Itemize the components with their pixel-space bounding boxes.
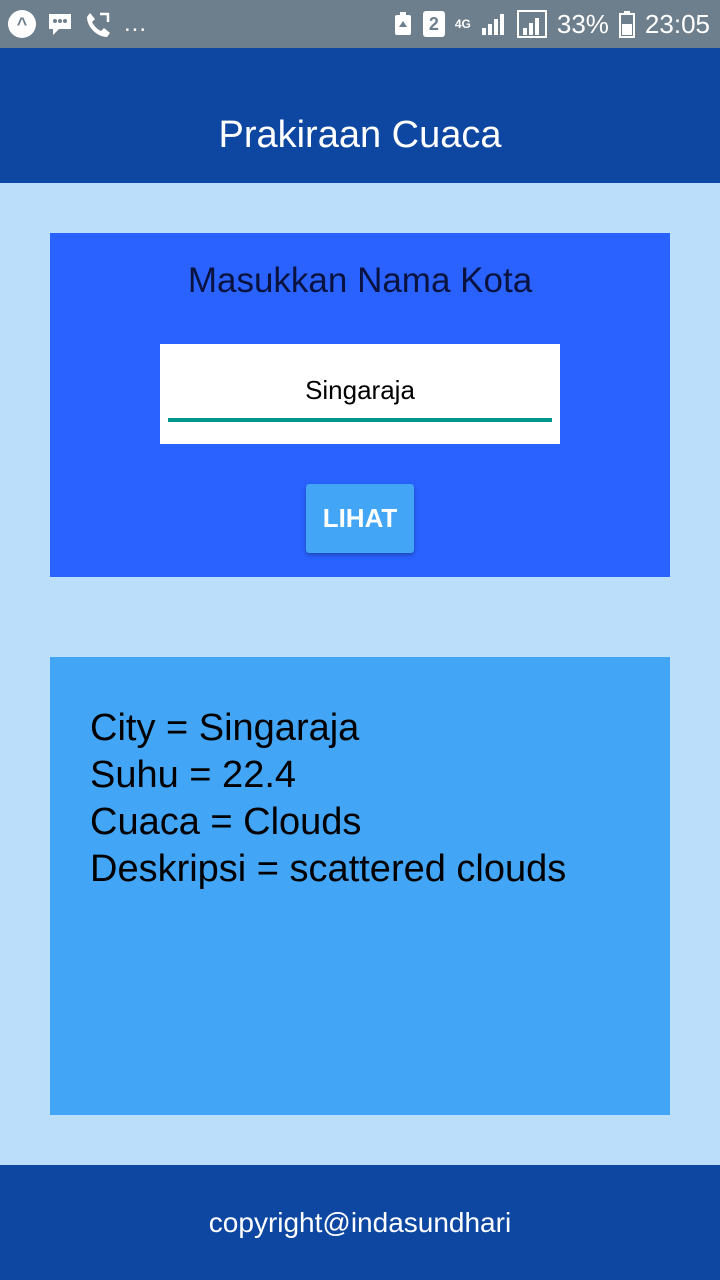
- more-notifications: ...: [124, 10, 148, 37]
- app-launcher-icon: ^: [8, 10, 36, 38]
- city-input-container: [160, 344, 560, 444]
- city-input[interactable]: [168, 362, 552, 422]
- status-bar: ^ ... 2 4G 33% 23:05: [0, 0, 720, 48]
- clock: 23:05: [644, 8, 710, 39]
- result-description: Deskripsi = scattered clouds: [90, 848, 567, 890]
- bbm-icon: [46, 11, 74, 37]
- result-city: City = Singaraja: [90, 707, 360, 749]
- footer: copyright@indasundhari: [0, 1165, 720, 1280]
- call-forward-icon: [84, 10, 112, 38]
- signal-icon: [481, 12, 507, 36]
- search-card: Masukkan Nama Kota LIHAT: [50, 233, 670, 577]
- city-input-label: Masukkan Nama Kota: [187, 261, 533, 300]
- weather-result-text: City = Singaraja Suhu = 22.4 Cuaca = Clo…: [90, 705, 566, 893]
- app-title: Prakiraan Cuaca: [218, 114, 502, 156]
- weather-result-card: City = Singaraja Suhu = 22.4 Cuaca = Clo…: [50, 657, 670, 1115]
- battery-icon: [618, 10, 635, 38]
- sim-badge: 2: [422, 11, 445, 37]
- status-bar-left: ^ ...: [8, 10, 147, 38]
- result-weather: Cuaca = Clouds: [90, 801, 362, 843]
- network-type: 4G: [454, 17, 471, 31]
- result-temperature: Suhu = 22.4: [90, 754, 297, 796]
- signal-icon-secondary: [516, 10, 547, 38]
- app-bar: Prakiraan Cuaca: [0, 48, 720, 183]
- status-bar-right: 2 4G 33% 23:05: [393, 9, 710, 40]
- battery-percent: 33%: [556, 8, 609, 39]
- lihat-button[interactable]: LIHAT: [306, 484, 414, 553]
- copyright-text: copyright@indasundhari: [208, 1206, 512, 1238]
- data-saver-icon: [393, 11, 413, 37]
